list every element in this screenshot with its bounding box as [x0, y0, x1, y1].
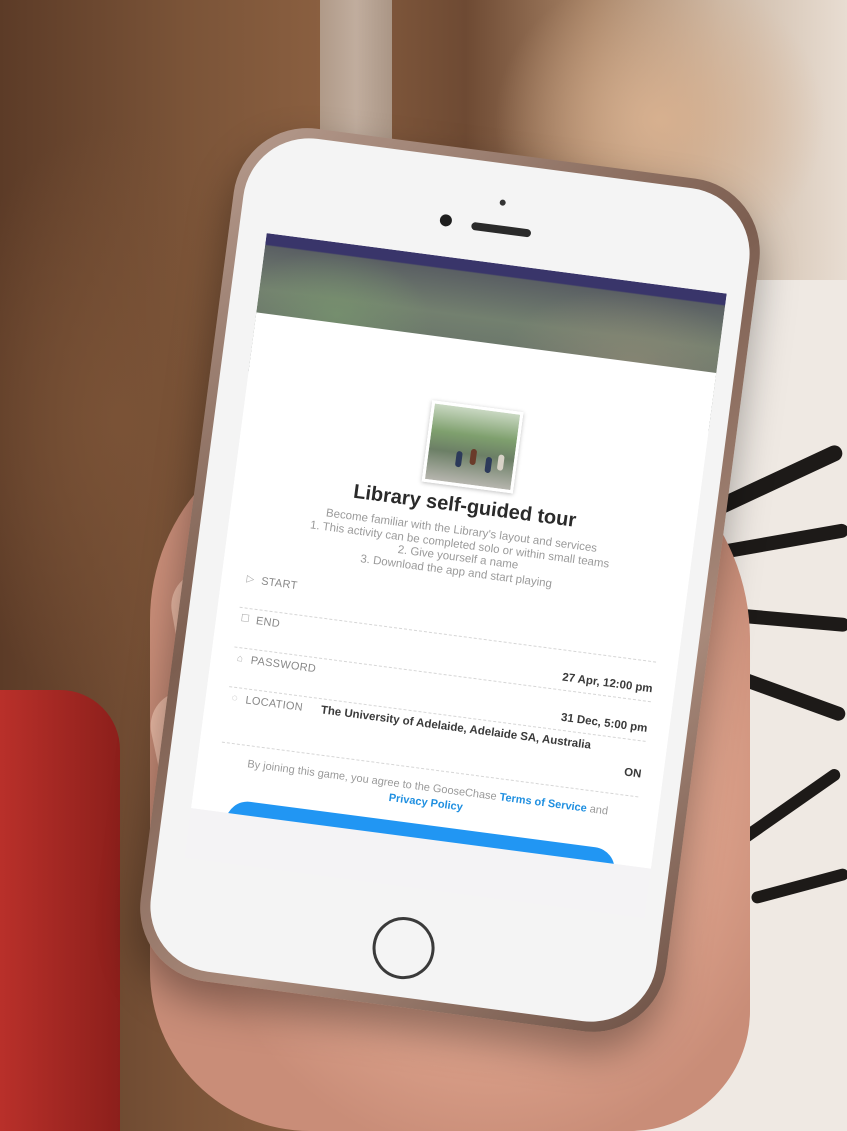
background-red-sleeve — [0, 690, 120, 1131]
front-camera-icon — [439, 213, 453, 228]
location-pin-icon: ◌ — [231, 692, 239, 705]
home-button[interactable] — [368, 913, 439, 983]
phone: Library self-guided tour Become familiar… — [131, 119, 769, 1041]
calendar-icon: ☐ — [239, 613, 251, 626]
password-status: ON — [623, 766, 643, 781]
phone-screen: Library self-guided tour Become familiar… — [184, 233, 727, 919]
game-thumbnail-image — [421, 400, 524, 494]
terms-of-service-link[interactable]: Terms of Service — [499, 791, 588, 814]
phone-body: Library self-guided tour Become familiar… — [142, 130, 758, 1030]
game-details-card: Library self-guided tour Become familiar… — [191, 312, 717, 894]
sensor-icon — [499, 199, 507, 207]
detail-label: END — [255, 615, 281, 631]
detail-label: LOCATION — [244, 694, 304, 714]
earpiece — [470, 221, 532, 238]
agreement-and: and — [588, 803, 609, 818]
detail-label: PASSWORD — [249, 654, 317, 676]
detail-label: START — [260, 575, 299, 593]
play-icon: ▷ — [245, 573, 255, 586]
lock-icon: ⌂ — [236, 652, 244, 665]
